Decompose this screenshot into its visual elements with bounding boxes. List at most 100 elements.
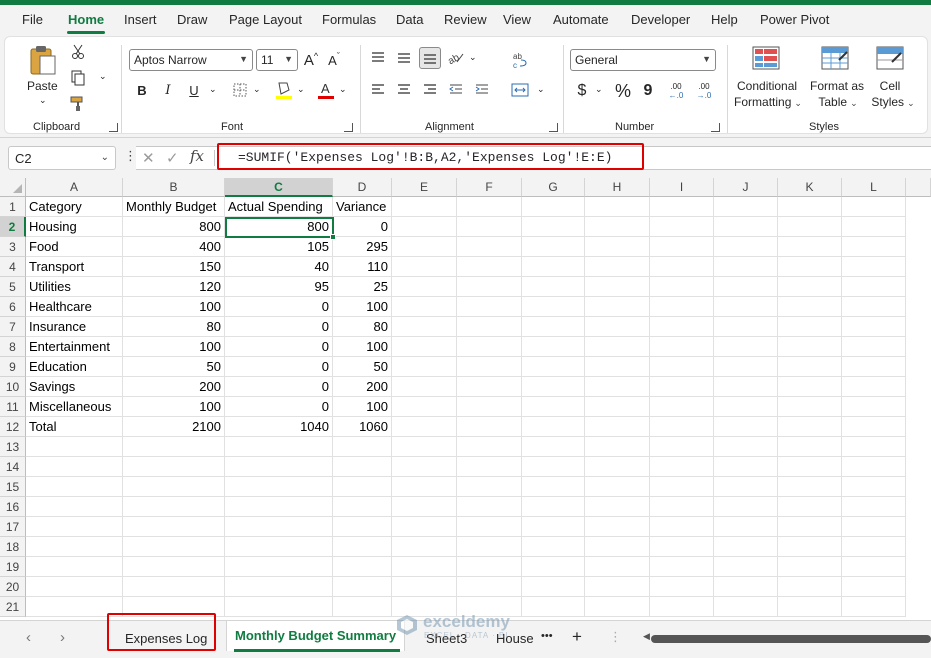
cell-b8[interactable]: 100 [123, 337, 225, 357]
cell-a1[interactable]: Category [26, 197, 123, 217]
cell-g11[interactable] [522, 397, 585, 417]
cell-l5[interactable] [842, 277, 906, 297]
cell-c11[interactable]: 0 [225, 397, 333, 417]
cell-styles-label-1[interactable]: Cell [877, 79, 903, 93]
cell-l1[interactable] [842, 197, 906, 217]
cell-h11[interactable] [585, 397, 650, 417]
cell-g13[interactable] [522, 437, 585, 457]
row-header-3[interactable]: 3 [0, 237, 26, 257]
row-header-20[interactable]: 20 [0, 577, 26, 597]
fill-color-chevron-down-icon[interactable]: ⌄ [297, 84, 305, 95]
format-painter-icon[interactable] [69, 95, 87, 113]
clipboard-launcher-icon[interactable] [109, 123, 118, 132]
align-left-icon[interactable] [369, 81, 387, 99]
cell-a4[interactable]: Transport [26, 257, 123, 277]
cell-b4[interactable]: 150 [123, 257, 225, 277]
cell-f10[interactable] [457, 377, 522, 397]
cell-i4[interactable] [650, 257, 714, 277]
cell-i21[interactable] [650, 597, 714, 617]
cell-e7[interactable] [392, 317, 457, 337]
bold-button[interactable]: B [133, 81, 151, 99]
fill-color-icon[interactable] [273, 79, 295, 101]
row-header-14[interactable]: 14 [0, 457, 26, 477]
cell-k19[interactable] [778, 557, 842, 577]
cell-e20[interactable] [392, 577, 457, 597]
cell-j2[interactable] [714, 217, 778, 237]
cell-k4[interactable] [778, 257, 842, 277]
cell-k6[interactable] [778, 297, 842, 317]
cell-e2[interactable] [392, 217, 457, 237]
cell-d11[interactable]: 100 [333, 397, 392, 417]
scroll-left-icon[interactable]: ◀ [643, 631, 650, 642]
cell-j6[interactable] [714, 297, 778, 317]
cut-icon[interactable] [69, 43, 87, 61]
tab-developer[interactable]: Developer [631, 12, 690, 27]
cell-h16[interactable] [585, 497, 650, 517]
cell-j17[interactable] [714, 517, 778, 537]
cell-k21[interactable] [778, 597, 842, 617]
cell-a16[interactable] [26, 497, 123, 517]
orientation-chevron-down-icon[interactable]: ⌄ [469, 52, 477, 63]
cell-k7[interactable] [778, 317, 842, 337]
cell-e8[interactable] [392, 337, 457, 357]
cell-g4[interactable] [522, 257, 585, 277]
copy-chevron-down-icon[interactable]: ⌄ [99, 71, 107, 82]
conditional-formatting-icon[interactable] [751, 45, 781, 71]
cell-e19[interactable] [392, 557, 457, 577]
cell-c19[interactable] [225, 557, 333, 577]
row-header-2[interactable]: 2 [0, 217, 26, 237]
cell-l6[interactable] [842, 297, 906, 317]
cell-f15[interactable] [457, 477, 522, 497]
font-size-combo[interactable]: 11 ▼ [256, 49, 298, 71]
row-header-6[interactable]: 6 [0, 297, 26, 317]
cell-k1[interactable] [778, 197, 842, 217]
cell-e12[interactable] [392, 417, 457, 437]
cell-a14[interactable] [26, 457, 123, 477]
cell-f1[interactable] [457, 197, 522, 217]
cell-d3[interactable]: 295 [333, 237, 392, 257]
cell-i17[interactable] [650, 517, 714, 537]
cell-c10[interactable]: 0 [225, 377, 333, 397]
cell-j5[interactable] [714, 277, 778, 297]
cell-i13[interactable] [650, 437, 714, 457]
format-as-table-label-2[interactable]: Table ⌄ [813, 95, 863, 109]
cell-k12[interactable] [778, 417, 842, 437]
cell-b15[interactable] [123, 477, 225, 497]
underline-button[interactable]: U [185, 81, 203, 99]
row-header-13[interactable]: 13 [0, 437, 26, 457]
cancel-icon[interactable]: ✕ [142, 149, 155, 167]
cell-i11[interactable] [650, 397, 714, 417]
cell-a17[interactable] [26, 517, 123, 537]
cell-i15[interactable] [650, 477, 714, 497]
cell-e5[interactable] [392, 277, 457, 297]
cell-c17[interactable] [225, 517, 333, 537]
cell-g1[interactable] [522, 197, 585, 217]
cell-c16[interactable] [225, 497, 333, 517]
cell-c15[interactable] [225, 477, 333, 497]
cell-h2[interactable] [585, 217, 650, 237]
merge-center-icon[interactable] [509, 81, 531, 99]
cell-l12[interactable] [842, 417, 906, 437]
cell-k14[interactable] [778, 457, 842, 477]
cell-e1[interactable] [392, 197, 457, 217]
font-color-icon[interactable]: A [315, 79, 337, 101]
cell-a11[interactable]: Miscellaneous [26, 397, 123, 417]
cell-l16[interactable] [842, 497, 906, 517]
format-as-table-label-1[interactable]: Format as [809, 79, 865, 93]
row-header-7[interactable]: 7 [0, 317, 26, 337]
chevron-left-icon[interactable]: ‹ [26, 629, 31, 646]
cell-b11[interactable]: 100 [123, 397, 225, 417]
row-header-16[interactable]: 16 [0, 497, 26, 517]
cell-i1[interactable] [650, 197, 714, 217]
conditional-formatting-label-1[interactable]: Conditional [737, 79, 797, 93]
font-color-chevron-down-icon[interactable]: ⌄ [339, 84, 347, 95]
paste-chevron-down-icon[interactable]: ⌄ [39, 95, 47, 106]
alignment-launcher-icon[interactable] [549, 123, 558, 132]
cell-i5[interactable] [650, 277, 714, 297]
tab-review[interactable]: Review [444, 12, 487, 27]
merge-chevron-down-icon[interactable]: ⌄ [537, 84, 545, 95]
cell-d16[interactable] [333, 497, 392, 517]
cell-j1[interactable] [714, 197, 778, 217]
cell-h7[interactable] [585, 317, 650, 337]
cell-h21[interactable] [585, 597, 650, 617]
